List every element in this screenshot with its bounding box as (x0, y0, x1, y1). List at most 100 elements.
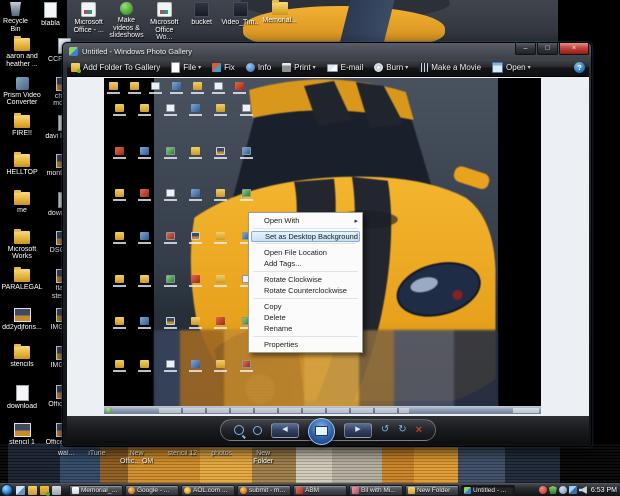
zoom-icon[interactable] (234, 425, 244, 435)
taskbar-button[interactable]: New Folder (405, 485, 459, 496)
play-slideshow-button[interactable] (308, 418, 335, 445)
desktop-icon-glyph (9, 2, 22, 16)
desktop-icon[interactable]: me (0, 190, 44, 229)
context-menu-item[interactable]: Rotate Clockwise (249, 274, 362, 285)
tray-icon[interactable] (549, 486, 557, 494)
quick-launch-icon[interactable] (52, 486, 61, 495)
desktop-icon[interactable]: blabla (35, 2, 66, 33)
desktop-icon[interactable]: Video_Tim... (222, 2, 258, 42)
mini-desktop-icon (107, 230, 132, 266)
context-menu-item[interactable]: Open File Location (249, 247, 362, 258)
toolbar-button[interactable]: Open (492, 62, 531, 73)
mini-desktop-icon (132, 102, 157, 138)
tray-icon[interactable] (539, 486, 547, 494)
tray-icon[interactable] (569, 486, 577, 494)
delete-icon[interactable]: × (416, 425, 422, 435)
desktop-icon[interactable]: Microsoft Works (0, 229, 44, 268)
context-menu-item-label: Rotate Clockwise (264, 275, 322, 284)
taskbar-button[interactable]: Google - ... (125, 485, 179, 496)
context-menu-item-label: Properties (264, 340, 298, 349)
desktop-icon-label[interactable]: New Folder (246, 450, 280, 465)
desktop-icon-label: Microsoft Works (0, 246, 44, 261)
desktop-icon[interactable]: FIRE!! (0, 113, 44, 152)
desktop-icon-label[interactable]: stencil 12 (168, 450, 198, 465)
mini-taskbar (104, 406, 541, 414)
context-menu-item-label: Rename (264, 324, 292, 333)
context-menu: Open With Set as Desktop Background Open… (248, 212, 363, 353)
context-menu-item[interactable]: Copy (249, 301, 362, 312)
toolbar-button[interactable]: E-mail (327, 63, 364, 72)
desktop-icon[interactable]: Prism Video Converter (0, 75, 44, 114)
mini-desktop-icon (132, 358, 157, 394)
taskbar-button-icon (240, 487, 247, 494)
context-menu-item[interactable]: Open With (249, 215, 362, 226)
toolbar-button[interactable]: Add Folder To Gallery (71, 63, 160, 72)
desktop-icon-label[interactable]: wal... (58, 450, 74, 465)
toolbar-button[interactable]: Print (282, 63, 315, 72)
tray-icon[interactable] (579, 486, 587, 494)
desktop-icon[interactable]: Microsoft Office - ... (72, 2, 105, 42)
mini-desktop-icon (208, 230, 233, 266)
rotate-counterclockwise-icon[interactable]: ↺ (381, 425, 389, 435)
window-control-button[interactable]: × (559, 43, 589, 55)
desktop-icon[interactable]: stencil 1 (0, 421, 44, 460)
toolbar-button-icon (419, 63, 428, 72)
window-control-button[interactable]: □ (537, 43, 558, 55)
desktop-icon[interactable]: bucket (185, 2, 218, 42)
desktop-icon[interactable]: Microsoft Office Wo... (148, 2, 181, 42)
toolbar-button[interactable]: Info (246, 63, 271, 72)
toolbar-button[interactable]: Fix (212, 63, 235, 72)
context-menu-item[interactable]: Set as Desktop Background (251, 231, 360, 242)
context-menu-item[interactable]: Delete (249, 312, 362, 323)
taskbar-button[interactable]: ABM (293, 485, 347, 496)
start-button[interactable] (1, 484, 13, 496)
taskbar-button[interactable]: Memorial_1... (69, 485, 123, 496)
desktop-icon-label[interactable]: iTune (88, 450, 105, 465)
mini-desktop-icon (208, 315, 233, 351)
context-menu-item[interactable]: Rename (249, 323, 362, 334)
desktop-icon-label[interactable]: New Offic... OM (120, 450, 154, 465)
context-menu-item[interactable]: Rotate Counterclockwise (249, 285, 362, 296)
desktop-icon[interactable]: download (0, 383, 44, 422)
taskbar-button[interactable]: AOL.com ... (181, 485, 235, 496)
toolbar-button[interactable]: Burn (374, 63, 408, 72)
quick-launch-icon[interactable] (28, 486, 37, 495)
desktop-icon[interactable]: stencils (0, 344, 44, 383)
actual-size-icon[interactable] (253, 426, 262, 435)
rotate-clockwise-icon[interactable]: ↻ (398, 425, 406, 435)
desktop-icon[interactable]: PARALEGAL (0, 267, 44, 306)
taskbar-button[interactable]: Untitled - ... (461, 485, 515, 496)
desktop-icon[interactable]: dd2ydjfons... (0, 306, 44, 345)
toolbar-button[interactable]: File (171, 62, 201, 73)
next-button[interactable]: ▶ (344, 423, 372, 438)
desktop-icon[interactable]: aaron and heather ... (0, 36, 44, 75)
taskbar-button[interactable]: submit - ma... (237, 485, 291, 496)
desktop-corner-icons: Recycle Bin blabla (0, 2, 66, 33)
window-control-button[interactable]: – (515, 43, 536, 55)
taskbar-button-icon (408, 487, 415, 494)
toolbar-button[interactable]: Make a Movie (419, 63, 481, 72)
taskbar-clock[interactable]: 6:53 PM (589, 487, 620, 494)
taskbar-button[interactable]: Bil with Mi... (349, 485, 403, 496)
desktop-icon[interactable]: HELLTOP (0, 152, 44, 191)
help-icon[interactable]: ? (574, 62, 585, 73)
mini-desktop-icon (208, 102, 233, 138)
desktop-icon-glyph (16, 385, 29, 401)
desktop-icon-glyph (194, 2, 209, 17)
quick-launch-icon[interactable] (16, 486, 25, 495)
desktop-icon-glyph (157, 2, 172, 17)
desktop-icon-label[interactable]: photos (211, 450, 232, 465)
desktop-icon[interactable]: Recycle Bin (0, 2, 31, 33)
desktop-icon[interactable]: Make videos & slideshows (109, 2, 143, 42)
quick-launch-icon[interactable] (40, 486, 49, 495)
desktop-icon[interactable]: Memorial... (262, 2, 297, 42)
tray-icon[interactable] (559, 486, 567, 494)
previous-button[interactable]: ◀ (271, 423, 299, 438)
title-bar[interactable]: Untitled - Windows Photo Gallery (67, 44, 589, 59)
taskbar-button-label: submit - ma... (249, 487, 288, 494)
mini-desktop-icon (132, 273, 157, 309)
desktop-icon-glyph (14, 269, 30, 282)
context-menu-item[interactable]: Properties (249, 339, 362, 350)
desktop-bottom-labels: wal... iTune New Offic... OM stencil 12 … (58, 450, 280, 465)
context-menu-item[interactable]: Add Tags... (249, 258, 362, 269)
